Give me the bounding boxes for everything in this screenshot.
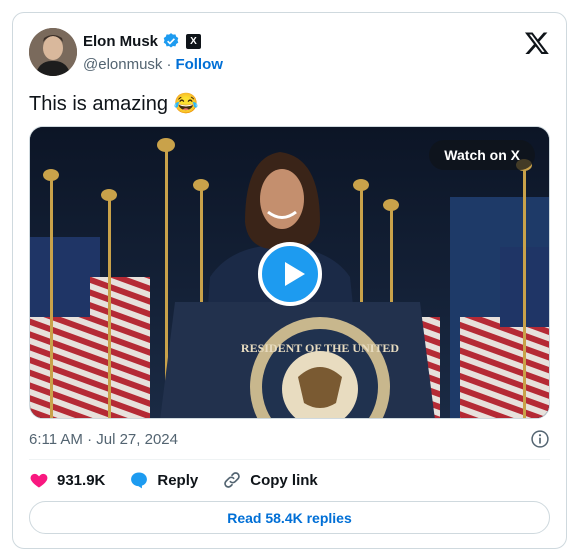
video-media[interactable]: RESIDENT OF THE UNITED Watch on X — [29, 126, 550, 419]
author-name-row: Elon Musk X — [83, 32, 202, 50]
copy-link-label: Copy link — [250, 471, 318, 489]
like-button[interactable]: 931.9K — [29, 470, 105, 490]
x-affiliate-badge-icon: X — [186, 33, 202, 49]
divider — [29, 459, 550, 460]
avatar[interactable] — [29, 28, 77, 76]
play-icon[interactable] — [258, 242, 322, 306]
reply-icon — [131, 472, 148, 489]
tweet-body: This is amazing — [29, 93, 168, 115]
seal-text: RESIDENT OF THE UNITED — [241, 341, 399, 355]
watch-on-x-button[interactable]: Watch on X — [429, 140, 535, 170]
tweet-actions: 931.9K Reply Copy link — [29, 470, 342, 490]
author-handle[interactable]: @elonmusk — [83, 56, 162, 73]
reply-button[interactable]: Reply — [129, 470, 198, 490]
separator: · — [166, 56, 172, 73]
author-handle-row: @elonmusk · Follow — [83, 56, 223, 73]
like-count: 931.9K — [57, 471, 106, 489]
link-icon — [224, 472, 241, 488]
info-icon[interactable] — [530, 429, 550, 449]
heart-icon — [30, 473, 48, 488]
tweet-text: This is amazing 😂 — [29, 91, 198, 116]
tweet-card: Elon Musk X @elonmusk · Follow This is ama… — [12, 12, 567, 549]
tweet-timestamp[interactable]: 6:11 AM · Jul 27, 2024 — [29, 431, 178, 448]
follow-button[interactable]: Follow — [175, 56, 223, 73]
verified-icon — [163, 33, 179, 48]
reply-label: Reply — [157, 471, 199, 489]
copy-link-button[interactable]: Copy link — [222, 470, 318, 490]
author-display-name[interactable]: Elon Musk — [83, 33, 158, 50]
tweet-emoji: 😂 — [173, 93, 199, 115]
x-logo-icon[interactable] — [524, 30, 550, 56]
read-replies-button[interactable]: Read 58.4K replies — [29, 501, 550, 534]
